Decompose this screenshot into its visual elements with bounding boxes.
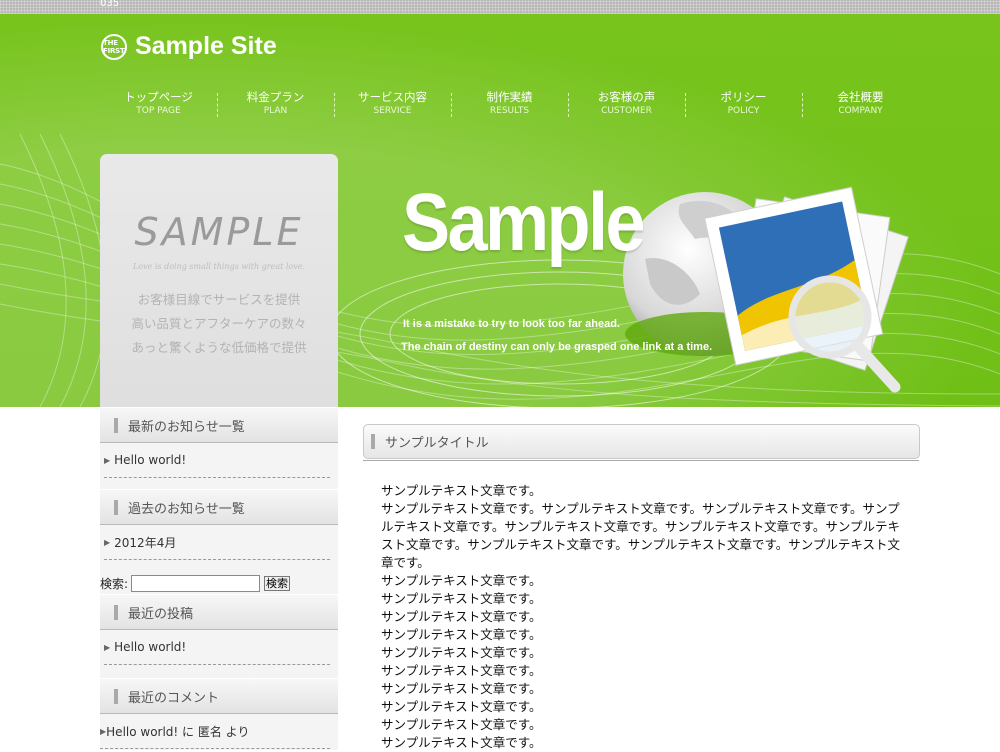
content-paragraph: サンプルテキスト文章です。 [381, 663, 542, 678]
widget-header-recent-posts: 最近の投稿 [100, 594, 338, 630]
page-code: 035 [100, 0, 120, 9]
nav-label-jp: 会社概要 [837, 90, 884, 104]
sample-feature-box: SAMPLE Love is doing small things with g… [100, 154, 338, 407]
content-paragraph: サンプルテキスト文章です。 [381, 717, 542, 732]
banner-title: Sample [402, 177, 645, 268]
nav-label-en: TOP PAGE [136, 106, 181, 116]
content-paragraph: サンプルテキスト文章です。 [381, 609, 542, 624]
content-paragraph: サンプルテキスト文章です。 [381, 627, 542, 642]
logo-badge-icon: THE FIRST [101, 33, 127, 60]
nav-item-customer[interactable]: お客様の声 CUSTOMER [568, 90, 685, 117]
sample-box-line: 高い品質とアフターケアの数々 [131, 316, 307, 331]
header-marker-icon [114, 604, 118, 620]
search-button[interactable]: 検索 [264, 576, 291, 591]
search-label: 検索: [100, 577, 129, 591]
nav-item-results[interactable]: 制作実績 RESULTS [451, 90, 568, 117]
recent-comment-link[interactable]: Hello world! に 匿名 より [106, 723, 249, 740]
nav-label-jp: トップページ [124, 90, 193, 104]
nav-label-jp: ポリシー [720, 90, 767, 104]
recent-comment-item[interactable]: ▶ Hello world! に 匿名 より [100, 714, 330, 749]
nav-label-jp: サービス内容 [358, 90, 427, 104]
site-name: Sample Site [135, 32, 277, 60]
nav-item-policy[interactable]: ポリシー POLICY [685, 90, 802, 117]
news-item-link[interactable]: Hello world! [114, 453, 186, 467]
hero-banner: THE FIRST Sample Site トップページ TOP PAGE 料金… [0, 14, 1000, 407]
banner-tagline-1: It is a mistake to try to look too far a… [403, 318, 620, 330]
global-nav: トップページ TOP PAGE 料金プラン PLAN サービス内容 SERVIC… [100, 90, 919, 117]
sample-box-line: あっと驚くような低価格で提供 [131, 340, 307, 355]
content-paragraph: サンプルテキスト文章です。サンプルテキスト文章です。サンプルテキスト文章です。サ… [381, 501, 901, 570]
nav-label-en: PLAN [263, 106, 288, 116]
archive-item-link[interactable]: 2012年4月 [114, 534, 176, 551]
content-paragraph: サンプルテキスト文章です。 [381, 699, 542, 714]
nav-label-jp: 料金プラン [246, 90, 305, 104]
main-title: サンプルタイトル [385, 436, 489, 451]
widget-title: 最近のコメント [128, 690, 220, 706]
archive-item[interactable]: ▶ 2012年4月 [104, 525, 330, 560]
nav-item-top-page[interactable]: トップページ TOP PAGE [100, 90, 217, 117]
sidebar: 最新のお知らせ一覧 ▶ Hello world! 過去のお知らせ一覧 ▶ 201… [100, 407, 338, 749]
widget-title: 最近の投稿 [128, 606, 194, 622]
nav-label-en: COMPANY [838, 106, 883, 116]
content-paragraph: サンプルテキスト文章です。 [381, 573, 542, 588]
sample-box-script: Love is doing small things with great lo… [132, 262, 306, 271]
search-form: 検索: 検索 [100, 573, 338, 594]
widget-header-news: 最新のお知らせ一覧 [100, 407, 338, 443]
recent-post-item[interactable]: ▶ Hello world! [104, 630, 330, 665]
nav-label-en: CUSTOMER [601, 106, 652, 116]
content-paragraph: サンプルテキスト文章です。 [381, 483, 542, 498]
site-logo[interactable]: THE FIRST Sample Site [101, 32, 277, 61]
main-title-bar: サンプルタイトル [363, 424, 920, 459]
arrow-right-icon: ▶ [104, 537, 111, 547]
recent-post-link[interactable]: Hello world! [114, 640, 186, 654]
widget-title: 過去のお知らせ一覧 [128, 501, 245, 517]
header-marker-icon [114, 417, 118, 433]
header-marker-icon [371, 434, 375, 449]
arrow-right-icon: ▶ [104, 455, 111, 465]
search-input[interactable] [131, 575, 261, 592]
content-paragraph: サンプルテキスト文章です。 [381, 645, 542, 660]
nav-label-jp: お客様の声 [597, 90, 656, 104]
nav-label-en: RESULTS [489, 106, 530, 116]
nav-label-en: POLICY [727, 106, 760, 116]
header-marker-icon [114, 499, 118, 515]
content-paragraph: サンプルテキスト文章です。 [381, 735, 542, 750]
nav-label-en: SERVICE [373, 106, 412, 116]
nav-label-jp: 制作実績 [486, 90, 533, 104]
sample-box-title: SAMPLE [134, 210, 304, 254]
widget-title: 最新のお知らせ一覧 [128, 419, 245, 435]
main-title-divider [363, 460, 919, 461]
content-paragraph: サンプルテキスト文章です。 [381, 591, 542, 606]
photo-stack-magnifier-icon [704, 186, 909, 393]
banner-tagline-2: The chain of destiny can only be grasped… [401, 341, 713, 353]
nav-item-plan[interactable]: 料金プラン PLAN [217, 90, 334, 117]
widget-header-archive: 過去のお知らせ一覧 [100, 489, 338, 525]
content-paragraph: サンプルテキスト文章です。 [381, 681, 542, 696]
nav-item-service[interactable]: サービス内容 SERVICE [334, 90, 451, 117]
sample-box-line: お客様目線でサービスを提供 [137, 292, 301, 307]
main-content: サンプルテキスト文章です。 サンプルテキスト文章です。サンプルテキスト文章です。… [381, 482, 906, 752]
arrow-right-icon: ▶ [104, 642, 111, 652]
news-item[interactable]: ▶ Hello world! [104, 443, 330, 478]
widget-header-recent-comments: 最近のコメント [100, 678, 338, 714]
nav-item-company[interactable]: 会社概要 COMPANY [802, 90, 919, 117]
header-marker-icon [114, 688, 118, 704]
top-strip: 035 [0, 0, 1000, 14]
